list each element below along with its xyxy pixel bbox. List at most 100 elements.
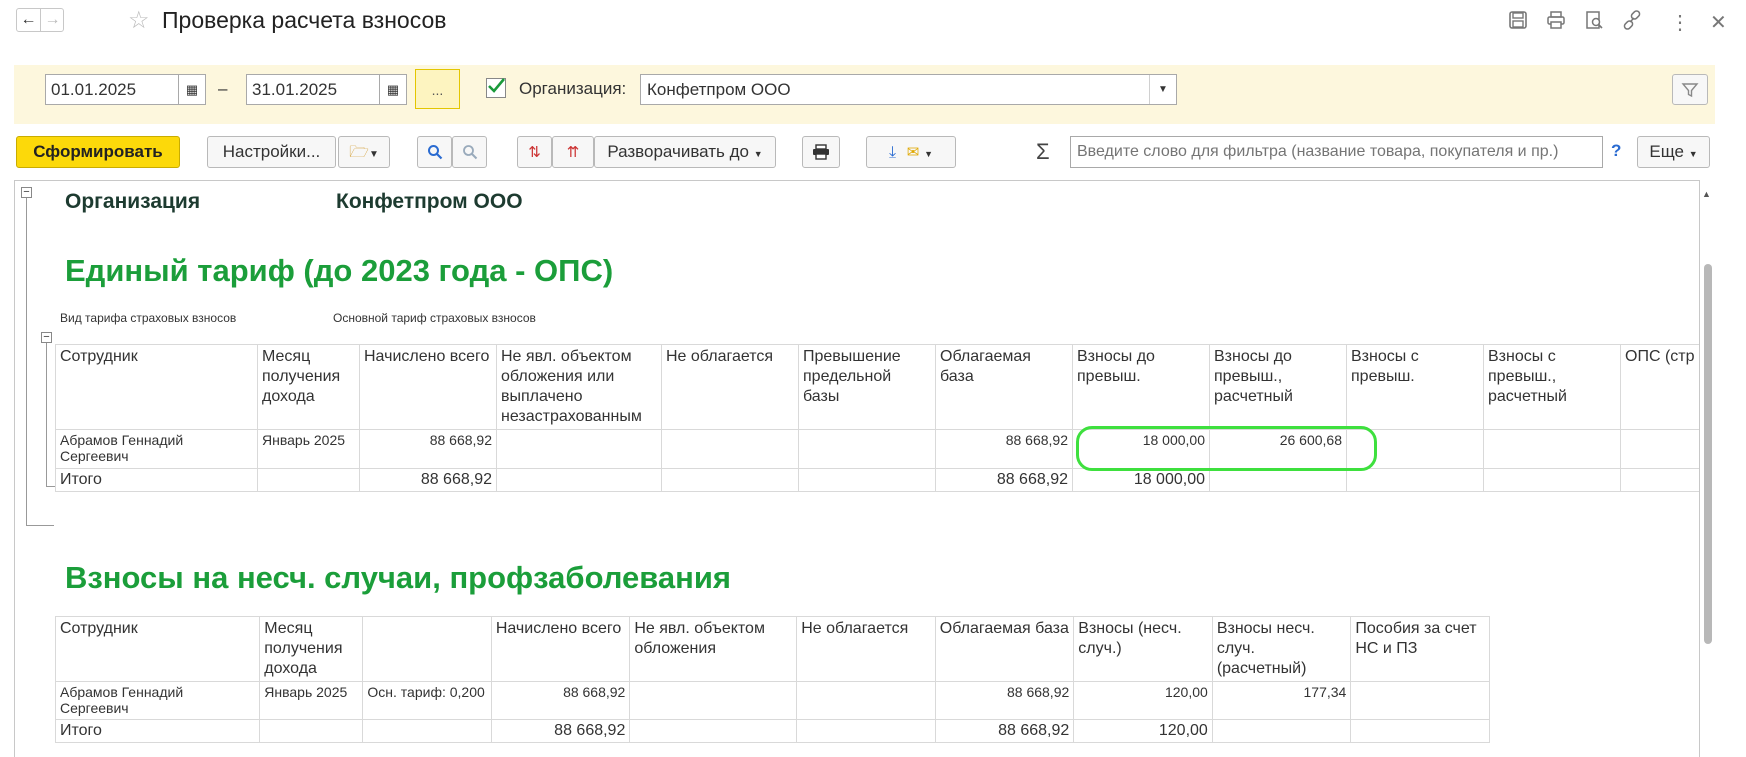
total-label-cell[interactable]: Итого [55, 468, 258, 492]
period-select-button[interactable]: ... [415, 69, 460, 109]
forward-arrow-icon[interactable]: → [41, 9, 64, 31]
table-cell[interactable] [1346, 468, 1484, 492]
total-row[interactable]: Итого 88 668,92 88 668,92 18 000,00 [55, 468, 1699, 492]
date-from-field[interactable]: 01.01.2025 [45, 74, 179, 105]
org-dropdown-icon[interactable]: ▼ [1149, 75, 1176, 104]
dropdown-arrow-icon: ▼ [1688, 149, 1698, 159]
table-cell[interactable] [1211, 719, 1352, 743]
total-taxable-base-cell[interactable]: 88 668,92 [934, 719, 1075, 743]
header-cell: Месяц получения дохода [257, 344, 360, 430]
help-button[interactable]: ? [1611, 141, 1621, 161]
save-icon[interactable] [1508, 10, 1528, 36]
table-cell[interactable] [259, 719, 364, 743]
table-cell[interactable] [496, 468, 662, 492]
total-taxable-base-cell[interactable]: 88 668,92 [935, 468, 1073, 492]
table-cell[interactable] [796, 681, 936, 720]
dropdown-arrow-icon: ▼ [368, 149, 379, 160]
taxable-base-cell[interactable]: 88 668,92 [935, 429, 1073, 469]
table-cell[interactable] [1209, 468, 1347, 492]
header-cell: Взносы до превыш., расчетный [1209, 344, 1347, 430]
employee-cell[interactable]: Абрамов Геннадий Сергеевич [55, 429, 258, 469]
preview-icon[interactable] [1584, 10, 1604, 36]
total-contributions-cell[interactable]: 18 000,00 [1072, 468, 1210, 492]
expand-all-button[interactable]: ⇈ [552, 136, 594, 168]
table-cell[interactable] [1350, 681, 1490, 720]
scroll-up-icon[interactable]: ▲ [1702, 189, 1711, 199]
report-org-value: Конфетпром ООО [336, 190, 523, 213]
outline-toggle-table[interactable]: − [41, 332, 52, 343]
search-button[interactable] [417, 136, 452, 168]
favorite-star-icon[interactable]: ☆ [128, 6, 150, 35]
table-cell[interactable] [798, 429, 936, 469]
sum-icon[interactable]: Σ [1036, 139, 1050, 165]
section2-table: Сотрудник Месяц получения дохода Начисле… [54, 616, 1490, 743]
outline-line [26, 198, 27, 525]
header-cell: ОПС (стр [1620, 344, 1699, 430]
table-cell[interactable] [1620, 468, 1699, 492]
printer-icon [813, 144, 829, 160]
back-arrow-icon[interactable]: ← [17, 9, 41, 31]
tariff-cell[interactable]: Осн. тариф: 0,200 [362, 681, 492, 720]
folder-icon: 🗁 [349, 144, 369, 161]
window-title: Проверка расчета взносов [162, 7, 447, 33]
table-cell[interactable] [1483, 468, 1621, 492]
vertical-scrollbar[interactable]: ▲ [1700, 180, 1716, 757]
table-row[interactable]: Абрамов Геннадий Сергеевич Январь 2025 8… [55, 429, 1699, 469]
print-icon[interactable] [1546, 10, 1566, 36]
table-cell[interactable] [629, 719, 798, 743]
variants-button[interactable]: 🗁▼ [338, 136, 390, 168]
filter-funnel-icon[interactable] [1672, 74, 1708, 105]
search-input[interactable] [1070, 136, 1603, 168]
employee-cell[interactable]: Абрамов Геннадий Сергеевич [54, 681, 261, 720]
table-cell[interactable] [257, 468, 360, 492]
calendar-from-icon[interactable]: ▦ [178, 74, 206, 105]
taxable-base-cell[interactable]: 88 668,92 [934, 681, 1075, 720]
date-to-field[interactable]: 31.01.2025 [246, 74, 380, 105]
print-button[interactable] [802, 136, 840, 168]
settings-button[interactable]: Настройки... [207, 136, 336, 168]
table-row[interactable]: Абрамов Геннадий Сергеевич Январь 2025 О… [54, 681, 1490, 720]
accrued-cell[interactable]: 88 668,92 [490, 681, 631, 720]
expand-to-button[interactable]: Разворачивать до ▼ [594, 136, 776, 168]
table-cell[interactable] [1620, 429, 1699, 469]
total-accrued-cell[interactable]: 88 668,92 [359, 468, 497, 492]
accident-contributions-cell[interactable]: 120,00 [1073, 681, 1213, 720]
table-cell[interactable] [661, 468, 799, 492]
table-cell[interactable] [362, 719, 492, 743]
outline-line-table-end [46, 486, 55, 487]
header-cell: Превышение предельной базы [798, 344, 936, 430]
more-button[interactable]: Еще ▼ [1637, 136, 1710, 168]
collapse-all-button[interactable]: ⇅ [517, 136, 552, 168]
org-select-value: Конфетпром ООО [647, 80, 791, 99]
month-cell[interactable]: Январь 2025 [257, 429, 360, 469]
total-label-cell[interactable]: Итого [54, 719, 261, 743]
month-cell[interactable]: Январь 2025 [259, 681, 364, 720]
generate-button[interactable]: Сформировать [16, 136, 180, 168]
close-icon[interactable]: ✕ [1710, 10, 1727, 35]
header-cell: Начислено всего [490, 616, 631, 682]
header-cell: Взносы до превыш. [1072, 344, 1210, 430]
table-cell[interactable] [798, 468, 936, 492]
table-cell[interactable] [1483, 429, 1621, 469]
more-vertical-icon[interactable]: ⋮ [1670, 10, 1690, 35]
table-cell[interactable] [661, 429, 799, 469]
export-button[interactable]: ⤓ ✉ ▼ [866, 136, 956, 168]
accident-contributions-calculated-cell[interactable]: 177,34 [1211, 681, 1352, 720]
clear-search-button[interactable] [452, 136, 487, 168]
total-row[interactable]: Итого 88 668,92 88 668,92 120,00 [54, 719, 1490, 743]
calendar-to-icon[interactable]: ▦ [379, 74, 407, 105]
date-dash: – [218, 79, 228, 98]
section2-header-row: Сотрудник Месяц получения дохода Начисле… [54, 616, 1490, 682]
org-checkbox[interactable] [486, 78, 506, 98]
accrued-cell[interactable]: 88 668,92 [359, 429, 497, 469]
total-accrued-cell[interactable]: 88 668,92 [490, 719, 631, 743]
table-cell[interactable] [1350, 719, 1490, 743]
total-contributions-cell[interactable]: 120,00 [1073, 719, 1213, 743]
table-cell[interactable] [496, 429, 662, 469]
table-cell[interactable] [796, 719, 936, 743]
link-icon[interactable] [1622, 10, 1642, 36]
table-cell[interactable] [629, 681, 798, 720]
scroll-thumb[interactable] [1704, 264, 1712, 644]
org-select[interactable]: Конфетпром ООО ▼ [640, 74, 1177, 105]
outline-toggle-root[interactable]: − [21, 187, 32, 198]
